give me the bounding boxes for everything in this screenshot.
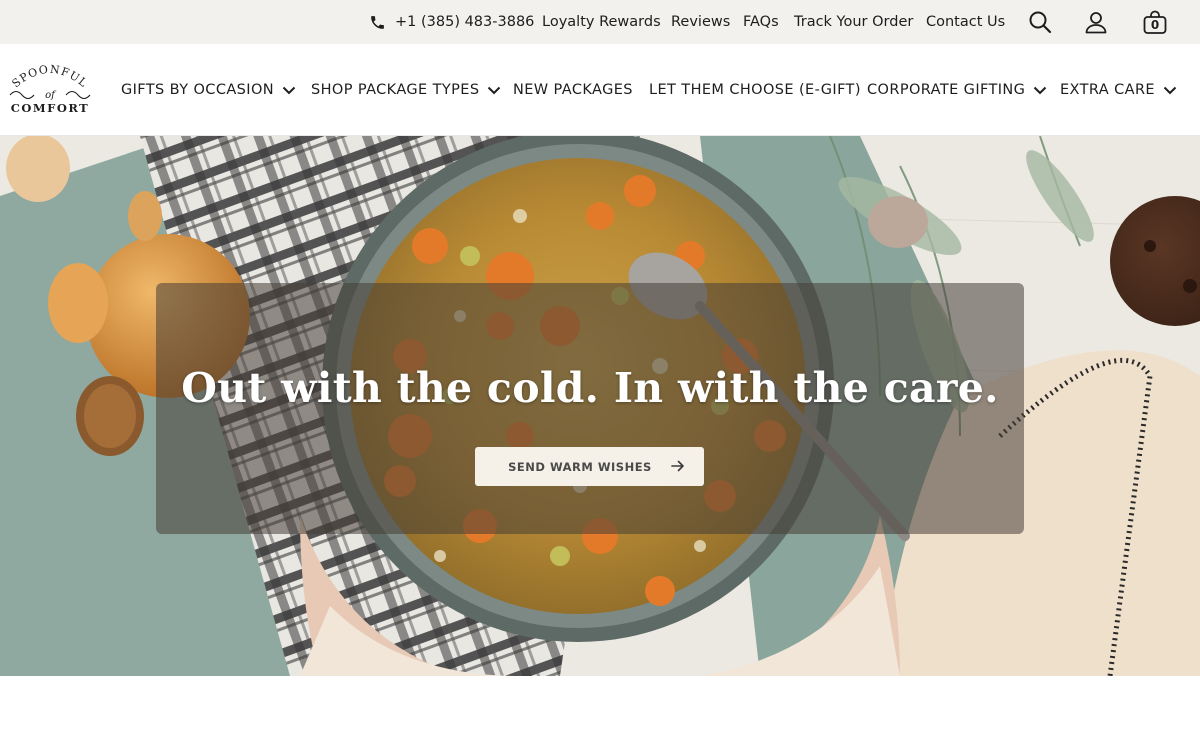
- faqs-link[interactable]: FAQs: [743, 0, 779, 44]
- cart-count: 0: [1150, 18, 1160, 32]
- chevron-down-icon: [1163, 86, 1177, 94]
- phone-number: +1 (385) 483-3886: [395, 14, 535, 30]
- utility-bar: +1 (385) 483-3886 Loyalty Rewards Review…: [0, 0, 1200, 44]
- chevron-down-icon: [282, 86, 296, 94]
- contact-us-link[interactable]: Contact Us: [926, 0, 1005, 44]
- arrow-right-icon: [671, 460, 684, 472]
- cart-button[interactable]: 0: [1142, 0, 1168, 44]
- search-button[interactable]: [1028, 0, 1052, 44]
- send-warm-wishes-button[interactable]: SEND WARM WISHES: [475, 447, 704, 486]
- loyalty-rewards-link[interactable]: Loyalty Rewards: [542, 0, 661, 44]
- track-order-link[interactable]: Track Your Order: [794, 0, 913, 44]
- cart-icon: 0: [1142, 9, 1168, 35]
- nav-corporate-gifting[interactable]: CORPORATE GIFTING: [867, 44, 1047, 136]
- nav-label: CORPORATE GIFTING: [867, 82, 1026, 98]
- page-content-area: [0, 676, 1200, 740]
- nav-label: GIFTS BY OCCASION: [121, 82, 275, 98]
- account-icon: [1084, 10, 1108, 34]
- reviews-link[interactable]: Reviews: [671, 0, 730, 44]
- phone-link[interactable]: +1 (385) 483-3886: [369, 0, 534, 44]
- nav-label: LET THEM CHOOSE (E-GIFT): [649, 82, 861, 98]
- logo-bottom-text: COMFORT: [11, 101, 90, 115]
- hero-headline: Out with the cold. In with the care.: [181, 364, 999, 412]
- svg-text:SPOONFUL: SPOONFUL: [10, 64, 91, 90]
- nav-new-packages[interactable]: NEW PACKAGES: [513, 44, 633, 136]
- hero-banner: Out with the cold. In with the care. SEN…: [0, 136, 1200, 676]
- chevron-down-icon: [488, 86, 501, 94]
- nav-label: EXTRA CARE: [1060, 82, 1155, 98]
- nav-e-gift[interactable]: LET THEM CHOOSE (E-GIFT): [649, 44, 861, 136]
- brand-logo[interactable]: SPOONFUL of COMFORT: [6, 63, 94, 118]
- hero-button-label: SEND WARM WISHES: [508, 459, 652, 474]
- chevron-down-icon: [1034, 86, 1047, 94]
- logo-top-text: SPOONFUL: [10, 63, 90, 91]
- nav-gifts-by-occasion[interactable]: GIFTS BY OCCASION: [121, 44, 296, 136]
- phone-icon: [369, 14, 386, 31]
- search-icon: [1028, 10, 1052, 34]
- nav-shop-package-types[interactable]: SHOP PACKAGE TYPES: [311, 44, 501, 136]
- logo-mark-text: of: [45, 90, 57, 101]
- nav-extra-care[interactable]: EXTRA CARE: [1060, 44, 1177, 136]
- main-nav: SPOONFUL of COMFORT GIFTS BY OCCASION SH…: [0, 44, 1200, 136]
- account-button[interactable]: [1084, 0, 1108, 44]
- nav-label: SHOP PACKAGE TYPES: [311, 82, 480, 98]
- nav-label: NEW PACKAGES: [513, 82, 633, 98]
